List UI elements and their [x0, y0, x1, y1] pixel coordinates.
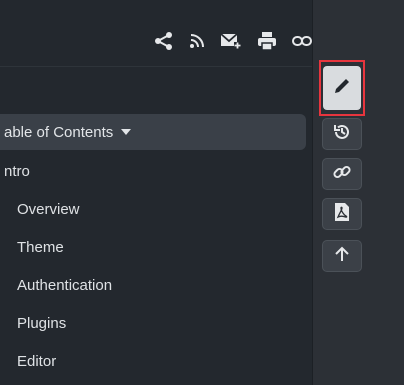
pdf-export-button[interactable] [322, 198, 362, 230]
toc-item-intro[interactable]: ntro [4, 163, 30, 180]
header-divider [0, 66, 312, 67]
caret-down-icon [121, 129, 132, 135]
toc-item-authentication[interactable]: Authentication [17, 277, 112, 294]
scroll-top-button[interactable] [322, 240, 362, 272]
toc-dropdown-label: able of Contents [4, 123, 114, 141]
link-icon [332, 162, 352, 187]
toc-item-overview[interactable]: Overview [17, 201, 80, 218]
main-content: able of Contents ntro Overview Theme Aut… [0, 0, 312, 385]
toc-item-editor[interactable]: Editor [17, 353, 56, 370]
print-icon[interactable] [257, 31, 277, 51]
email-icon[interactable] [220, 32, 242, 50]
link-icon[interactable] [292, 34, 312, 48]
edit-icon [332, 76, 352, 101]
edit-button[interactable] [319, 60, 365, 116]
history-icon [332, 122, 352, 147]
pdf-icon [333, 202, 351, 227]
copy-link-button[interactable] [322, 158, 362, 190]
arrow-up-icon [333, 245, 351, 268]
share-toolbar [104, 28, 312, 54]
page-actions-rail [312, 0, 404, 385]
history-button[interactable] [322, 118, 362, 150]
toc-dropdown[interactable]: able of Contents [0, 114, 306, 150]
rss-icon[interactable] [189, 33, 205, 49]
toc-item-theme[interactable]: Theme [17, 239, 64, 256]
share-icon[interactable] [154, 31, 174, 51]
toc-item-plugins[interactable]: Plugins [17, 315, 66, 332]
